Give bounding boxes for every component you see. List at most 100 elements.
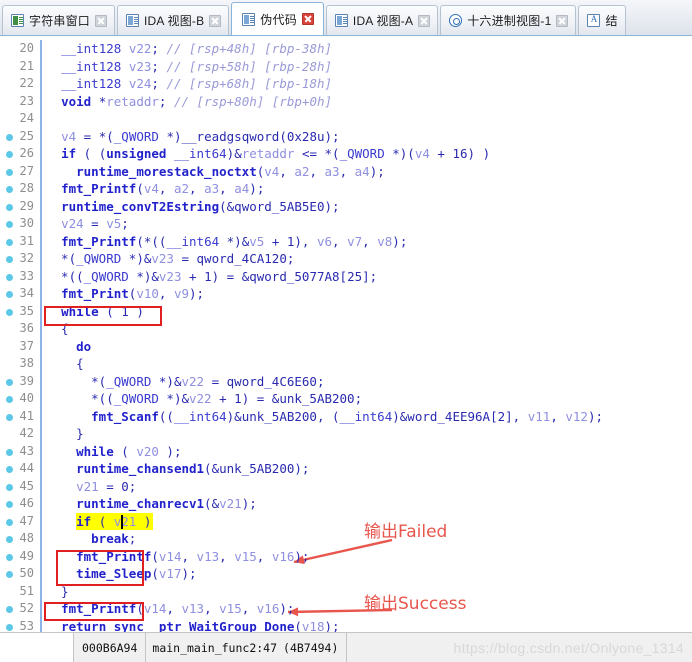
line-number: 36 [19, 321, 34, 335]
tab-5[interactable]: 结 [578, 5, 626, 35]
tab-label: 结 [605, 14, 618, 28]
line-number: 50 [19, 566, 34, 580]
line-number: 21 [19, 58, 34, 73]
gutter-divider [40, 512, 42, 530]
gutter-divider [40, 617, 42, 632]
code-line-text: v24 = v5; [61, 216, 129, 231]
line-number: 52 [19, 601, 34, 615]
tab-0[interactable]: 字符串窗口 [2, 5, 116, 35]
tab-close-icon[interactable] [301, 13, 314, 25]
gutter-divider [40, 110, 42, 128]
strings-window-icon [11, 14, 24, 27]
code-line[interactable]: 52 fmt_Printf(v14, v13, v15, v16); [0, 600, 692, 618]
tab-label: IDA 视图-B [144, 14, 205, 28]
line-number: 24 [19, 111, 34, 125]
code-line[interactable]: 33 *((_QWORD *)&v23 + 1) = &qword_5077A8… [0, 267, 692, 285]
line-number: 38 [19, 356, 34, 370]
line-number: 39 [19, 373, 34, 388]
code-line-text: return sync__ptr_WaitGroup_Done(v18); [61, 618, 340, 633]
line-number: 40 [19, 391, 34, 405]
line-number: 22 [19, 76, 34, 90]
line-number: 28 [19, 181, 34, 195]
code-line[interactable]: 29 runtime_convT2Estring(&qword_5AB5E0); [0, 197, 692, 215]
tab-close-icon[interactable] [556, 14, 569, 27]
code-line[interactable]: 32 *(_QWORD *)&v23 = qword_4CA120; [0, 250, 692, 268]
line-number: 20 [19, 41, 34, 55]
code-line[interactable]: 31 fmt_Printf(*((__int64 *)&v5 + 1), v6,… [0, 232, 692, 250]
code-line[interactable]: 27 runtime_morestack_noctxt(v4, a2, a3, … [0, 162, 692, 180]
code-line[interactable]: 42 } [0, 425, 692, 443]
gutter-divider [40, 250, 42, 268]
gutter-divider [40, 197, 42, 215]
gutter-divider [40, 372, 42, 390]
code-line-text: } [46, 583, 69, 599]
code-line-text: fmt_Print(v10, v9); [61, 286, 205, 301]
gutter-divider [40, 180, 42, 198]
status-bar-left-spacer [0, 632, 74, 662]
line-number: 31 [19, 233, 34, 248]
code-line-text: *(_QWORD *)&v22 = qword_4C6E60; [46, 373, 325, 389]
gutter-divider [40, 425, 42, 443]
code-line[interactable]: 48 break; [0, 530, 692, 548]
code-line-text: __int128 v24; // [rsp+68h] [rbp-18h] [61, 76, 333, 91]
code-line[interactable]: 40 *((_QWORD *)&v22 + 1) = &unk_5AB200; [0, 390, 692, 408]
code-line[interactable]: 30 v24 = v5; [0, 215, 692, 233]
code-line[interactable]: 22 __int128 v24; // [rsp+68h] [rbp-18h] [0, 75, 692, 93]
code-line[interactable]: 28 fmt_Printf(v4, a2, a3, a4); [0, 180, 692, 198]
structures-icon [587, 13, 601, 27]
code-line[interactable]: 25 v4 = *(_QWORD *)__readgsqword(0x28u); [0, 127, 692, 145]
gutter-divider [40, 145, 42, 163]
tab-close-icon[interactable] [418, 14, 431, 27]
gutter-divider [40, 355, 42, 373]
tab-label: 十六进制视图-1 [467, 14, 552, 28]
gutter-divider [40, 547, 42, 565]
tab-1[interactable]: IDA 视图-B [117, 5, 230, 35]
code-line[interactable]: 51 } [0, 582, 692, 600]
code-line[interactable]: 43 while ( v20 ); [0, 442, 692, 460]
ida-view-icon [334, 14, 348, 27]
code-line[interactable]: 49 fmt_Printf(v14, v13, v15, v16); [0, 547, 692, 565]
code-line[interactable]: 53 return sync__ptr_WaitGroup_Done(v18); [0, 617, 692, 633]
code-line-text: runtime_convT2Estring(&qword_5AB5E0); [61, 198, 340, 214]
gutter-divider [40, 407, 42, 425]
code-line[interactable]: 26 if ( (unsigned __int64)&retaddr <= *(… [0, 145, 692, 163]
code-line-text: time_Sleep(v17); [76, 566, 197, 581]
code-line[interactable]: 50 time_Sleep(v17); [0, 565, 692, 583]
tab-4[interactable]: 十六进制视图-1 [440, 5, 577, 35]
code-line[interactable]: 23 void *retaddr; // [rsp+80h] [rbp+0h] [0, 92, 692, 110]
gutter-divider [40, 582, 42, 600]
gutter-divider [40, 92, 42, 110]
code-line[interactable]: 39 *(_QWORD *)&v22 = qword_4C6E60; [0, 372, 692, 390]
code-line[interactable]: 38 { [0, 355, 692, 373]
code-line[interactable]: 47 if ( v21 ) [0, 512, 692, 530]
tab-close-icon[interactable] [95, 14, 108, 27]
code-line[interactable]: 24 [0, 110, 692, 128]
code-line[interactable]: 37 do [0, 337, 692, 355]
code-line[interactable]: 21 __int128 v23; // [rsp+58h] [rbp-28h] [0, 57, 692, 75]
line-number: 25 [19, 128, 34, 143]
code-line[interactable]: 35 while ( 1 ) [0, 302, 692, 320]
code-line[interactable]: 46 runtime_chanrecv1(&v21); [0, 495, 692, 513]
tab-label: 伪代码 [260, 12, 297, 27]
text-cursor [121, 514, 123, 529]
gutter-divider [40, 232, 42, 250]
code-line[interactable]: 44 runtime_chansend1(&unk_5AB200); [0, 460, 692, 478]
tab-2[interactable]: 伪代码 [231, 2, 324, 35]
code-line[interactable]: 41 fmt_Scanf((__int64)&unk_5AB200, (__in… [0, 407, 692, 425]
tab-close-icon[interactable] [209, 14, 222, 27]
code-line-text: if ( v21 ) [76, 513, 152, 529]
pseudocode-editor[interactable]: 20 __int128 v22; // [rsp+48h] [rbp-38h] 2… [0, 36, 692, 632]
line-number: 45 [19, 478, 34, 493]
line-number: 42 [19, 426, 34, 440]
code-line[interactable]: 36 { [0, 320, 692, 338]
code-line[interactable]: 34 fmt_Print(v10, v9); [0, 285, 692, 303]
line-number: 23 [19, 93, 34, 108]
line-number: 44 [19, 461, 34, 475]
ida-pseudocode-window: 字符串窗口 IDA 视图-B 伪代码 IDA 视图-A 十六进制视图-1 结 20 __i… [0, 0, 692, 662]
code-line[interactable]: 20 __int128 v22; // [rsp+48h] [rbp-38h] [0, 40, 692, 58]
gutter-divider [40, 162, 42, 180]
line-number: 34 [19, 286, 34, 300]
line-number: 29 [19, 198, 34, 213]
code-line[interactable]: 45 v21 = 0; [0, 477, 692, 495]
tab-3[interactable]: IDA 视图-A [325, 5, 439, 35]
